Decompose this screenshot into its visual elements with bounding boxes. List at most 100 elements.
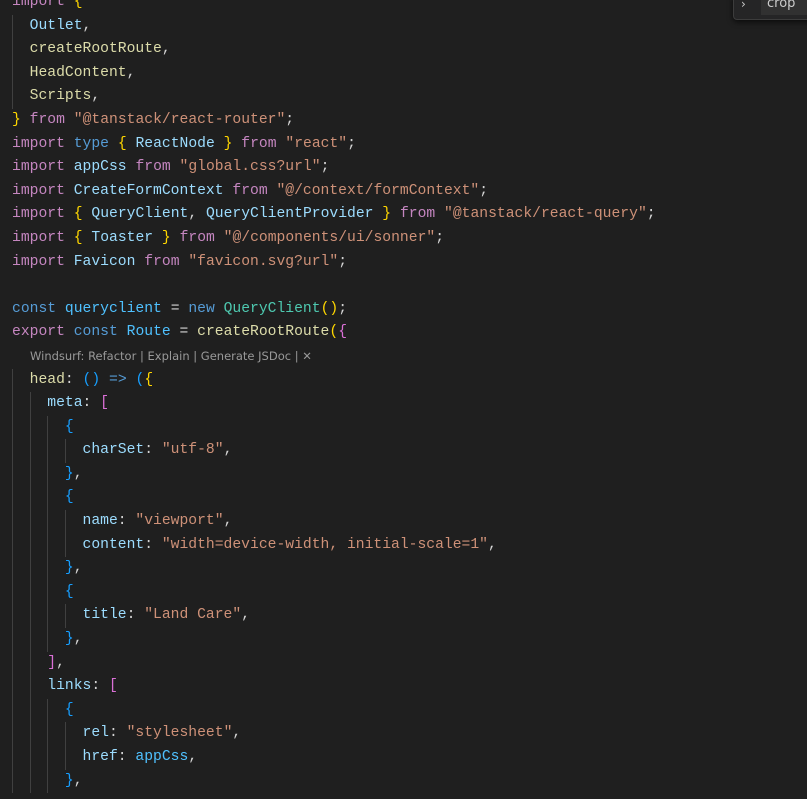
code-token: from xyxy=(241,135,277,152)
code-token: : xyxy=(108,725,127,742)
code-line[interactable]: links: [ xyxy=(0,675,807,699)
code-token: { xyxy=(64,418,74,435)
code-line[interactable]: Outlet, xyxy=(0,14,807,39)
code-token: "utf-8" xyxy=(161,442,224,459)
code-token: name xyxy=(82,513,118,530)
code-line[interactable]: meta: [ xyxy=(0,392,807,416)
code-line[interactable]: ], xyxy=(0,651,807,676)
indent-guide xyxy=(47,510,49,534)
code-token: ; xyxy=(338,300,348,317)
code-token: () xyxy=(320,300,339,317)
code-token: () xyxy=(82,371,101,388)
code-token: charSet xyxy=(82,442,145,459)
code-token: rel xyxy=(82,725,109,742)
code-token: "favicon.svg?url" xyxy=(188,253,339,270)
code-line[interactable]: { xyxy=(0,580,807,605)
code-line[interactable]: content: "width=device-width, initial-sc… xyxy=(0,533,807,558)
code-line[interactable]: export const Route = createRootRoute({ xyxy=(0,321,807,345)
code-line[interactable]: import { QueryClient, QueryClientProvide… xyxy=(0,203,807,227)
indent-guide xyxy=(29,510,31,534)
code-line[interactable]: title: "Land Care", xyxy=(0,604,807,629)
code-line[interactable]: } from "@tanstack/react-router"; xyxy=(0,109,807,133)
indent-guide xyxy=(29,533,31,558)
code-token: , xyxy=(73,631,83,648)
indent-guide xyxy=(47,698,49,723)
code-line[interactable]: createRootRoute, xyxy=(0,38,807,62)
indent-guide xyxy=(29,439,31,463)
indent-guide xyxy=(64,533,66,558)
indent-guide xyxy=(12,722,13,746)
indent-guide xyxy=(29,769,31,794)
indent-guide xyxy=(12,392,13,416)
chevron-right-icon[interactable]: › xyxy=(741,0,746,11)
code-token: "react" xyxy=(285,135,348,152)
indent-guide xyxy=(29,557,31,581)
code-token: } xyxy=(161,229,171,246)
find-input[interactable]: crop xyxy=(761,0,807,15)
code-token: Favicon xyxy=(73,253,136,270)
code-token: ; xyxy=(285,111,295,128)
code-line[interactable]: head: () => ({ xyxy=(0,368,807,393)
code-line[interactable]: { xyxy=(0,415,807,440)
code-token: [ xyxy=(108,678,118,695)
indent-guide xyxy=(47,722,49,746)
code-token: "@tanstack/react-router" xyxy=(73,111,286,128)
code-line[interactable]: href: appCss, xyxy=(0,746,807,770)
code-editor[interactable]: import { Outlet, createRootRoute, HeadCo… xyxy=(0,0,807,794)
code-line[interactable]: }, xyxy=(0,557,807,581)
code-line[interactable]: }, xyxy=(0,769,807,794)
code-line[interactable]: { xyxy=(0,698,807,723)
code-token: from xyxy=(135,159,171,176)
code-token: } xyxy=(64,465,74,482)
code-token: , xyxy=(73,772,83,789)
code-line[interactable]: const queryclient = new QueryClient(); xyxy=(0,298,807,322)
code-line[interactable]: import type { ReactNode } from "react"; xyxy=(0,133,807,157)
code-line[interactable]: import CreateFormContext from "@/context… xyxy=(0,180,807,204)
indent-guide xyxy=(12,85,13,109)
code-token: ; xyxy=(347,135,356,152)
code-line[interactable]: import appCss from "global.css?url"; xyxy=(0,156,807,180)
code-token: import xyxy=(12,135,65,152)
indent-guide xyxy=(29,698,31,723)
indent-guide xyxy=(47,604,49,629)
code-line[interactable] xyxy=(0,274,807,298)
code-line[interactable]: import { xyxy=(0,0,807,15)
code-line[interactable]: import { Toaster } from "@/components/ui… xyxy=(0,227,807,251)
code-token: , xyxy=(223,442,233,459)
code-token: const xyxy=(73,324,118,341)
indent-guide xyxy=(12,557,13,581)
code-line[interactable]: }, xyxy=(0,462,807,487)
code-line[interactable]: { xyxy=(0,486,807,511)
code-line[interactable]: import Favicon from "favicon.svg?url"; xyxy=(0,251,807,275)
code-line[interactable]: name: "viewport", xyxy=(0,510,807,534)
codelens-actions[interactable]: Windsurf: Refactor | Explain | Generate … xyxy=(0,345,807,369)
code-token: "stylesheet" xyxy=(126,725,233,742)
indent-guide xyxy=(29,415,31,440)
find-widget: › crop xyxy=(733,0,807,20)
code-line[interactable]: HeadContent, xyxy=(0,61,807,86)
code-token: } xyxy=(64,631,74,648)
code-line[interactable]: charSet: "utf-8", xyxy=(0,439,807,463)
code-token: appCss xyxy=(73,159,127,176)
code-token: import xyxy=(12,253,65,270)
code-token: , xyxy=(232,725,242,742)
code-token: { xyxy=(144,371,154,388)
code-line[interactable]: }, xyxy=(0,628,807,652)
code-line[interactable]: rel: "stylesheet", xyxy=(0,722,807,746)
code-line[interactable]: Scripts, xyxy=(0,85,807,109)
code-token: , xyxy=(73,560,83,577)
